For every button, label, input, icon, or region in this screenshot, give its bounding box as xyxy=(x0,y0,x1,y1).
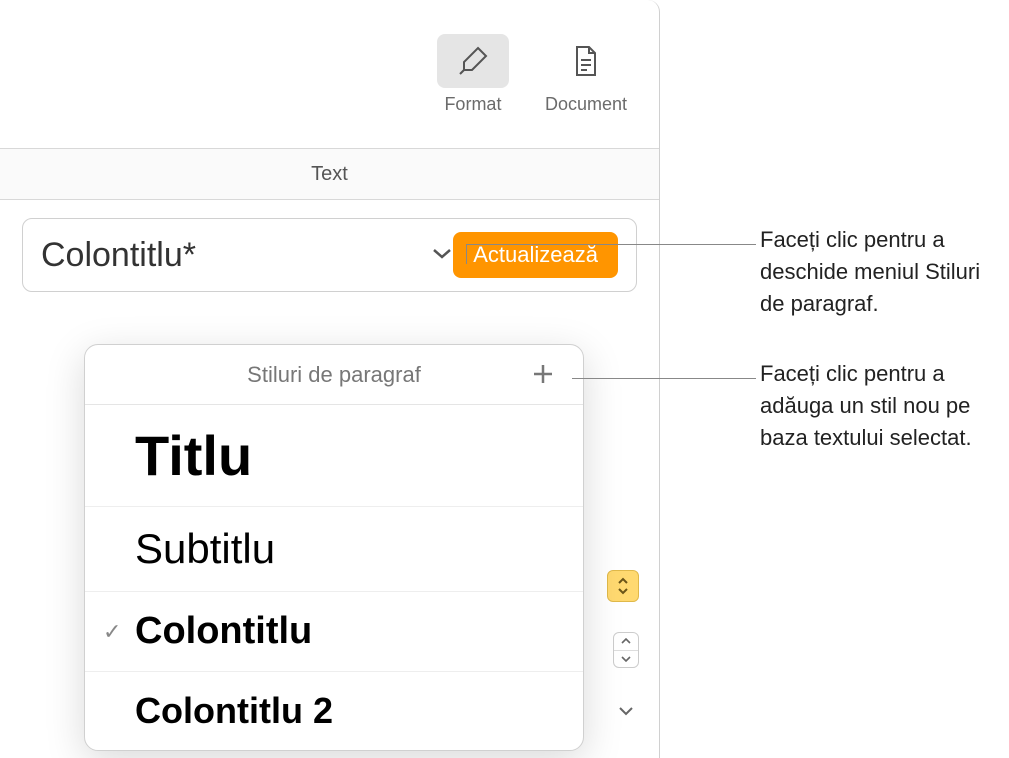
text-section-header: Text xyxy=(0,148,659,200)
document-tab[interactable]: Document xyxy=(533,34,639,115)
style-label: Colontitlu 2 xyxy=(135,690,333,732)
document-icon-box xyxy=(550,34,622,88)
document-icon xyxy=(572,44,600,78)
document-label: Document xyxy=(545,94,627,115)
current-style-name: Colontitlu* xyxy=(41,236,421,275)
chevron-up-icon xyxy=(621,638,631,645)
paragraph-styles-popover: Stiluri de paragraf Titlu Subtitlu ✓ Col… xyxy=(84,344,584,751)
popover-title: Stiluri de paragraf xyxy=(109,362,527,388)
stepper-down[interactable] xyxy=(614,651,638,668)
style-label: Colontitlu xyxy=(135,610,312,653)
stepper[interactable] xyxy=(613,632,639,668)
popover-header: Stiluri de paragraf xyxy=(85,345,583,405)
chevron-down-icon xyxy=(431,246,453,265)
callout-line xyxy=(572,378,756,379)
paintbrush-icon xyxy=(456,44,490,78)
toolbar: Format Document xyxy=(0,0,659,148)
style-item-subtitlu[interactable]: Subtitlu xyxy=(85,507,583,592)
style-item-colontitlu[interactable]: ✓ Colontitlu xyxy=(85,592,583,672)
chevron-down-icon xyxy=(621,655,631,662)
update-button[interactable]: Actualizează xyxy=(453,232,618,278)
up-down-chevron-icon xyxy=(617,577,629,595)
paragraph-style-picker[interactable]: Colontitlu* Actualizează xyxy=(22,218,637,292)
style-list: Titlu Subtitlu ✓ Colontitlu Colontitlu 2 xyxy=(85,405,583,750)
update-label: Actualizează xyxy=(473,242,598,268)
style-label: Subtitlu xyxy=(135,525,275,573)
checkmark-icon: ✓ xyxy=(103,619,121,645)
callout-open-menu: Faceți clic pentru a deschide meniul Sti… xyxy=(760,224,1000,320)
text-label: Text xyxy=(311,163,348,186)
format-tab[interactable]: Format xyxy=(425,34,521,115)
callout-line xyxy=(466,244,467,264)
stepper-up[interactable] xyxy=(614,633,638,651)
callout-add-style: Faceți clic pentru a adăuga un stil nou … xyxy=(760,358,1000,454)
style-picker-row: Colontitlu* Actualizează xyxy=(0,200,659,310)
callout-line xyxy=(466,244,756,245)
style-label: Titlu xyxy=(135,423,252,488)
side-controls xyxy=(607,570,639,724)
format-icon-box xyxy=(437,34,509,88)
style-item-colontitlu-2[interactable]: Colontitlu 2 xyxy=(85,672,583,750)
disclosure-button[interactable] xyxy=(613,698,639,724)
popup-button[interactable] xyxy=(607,570,639,602)
format-label: Format xyxy=(444,94,501,115)
chevron-down-icon xyxy=(618,706,634,716)
plus-icon xyxy=(531,362,555,386)
style-item-titlu[interactable]: Titlu xyxy=(85,405,583,507)
add-style-button[interactable] xyxy=(527,354,559,396)
